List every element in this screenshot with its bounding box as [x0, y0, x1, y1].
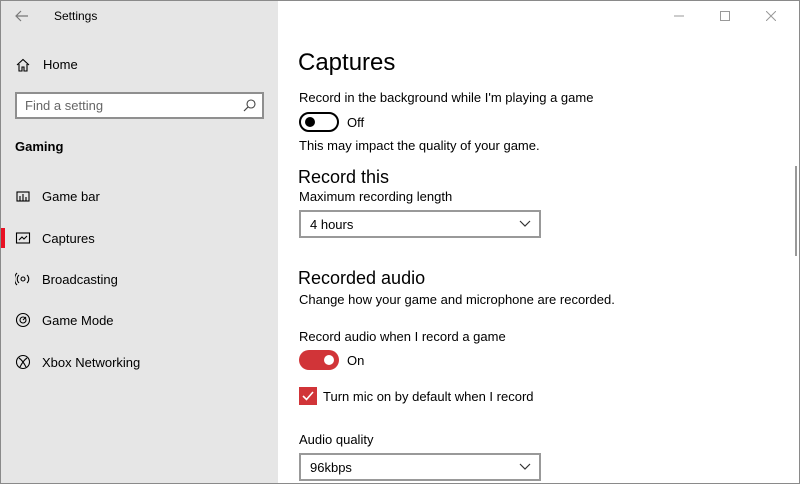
recorded-audio-description: Change how your game and microphone are …	[299, 292, 615, 307]
active-indicator	[1, 228, 5, 248]
game-bar-icon	[16, 191, 30, 202]
back-arrow-icon	[15, 10, 28, 22]
record-audio-label: Record audio when I record a game	[299, 329, 506, 344]
toggle-knob	[305, 117, 315, 127]
record-audio-state: On	[347, 353, 365, 368]
record-this-heading: Record this	[298, 167, 390, 187]
settings-window: Settings Home Gaming Game bar	[0, 0, 800, 484]
max-length-dropdown[interactable]: 4 hours	[299, 210, 541, 238]
checkmark-icon	[302, 391, 314, 401]
max-length-label: Maximum recording length	[299, 189, 453, 204]
sidebar-item-xbox-networking[interactable]: Xbox Networking	[1, 347, 278, 377]
sidebar: Settings Home Gaming Game bar	[1, 1, 278, 483]
record-audio-toggle[interactable]	[299, 350, 339, 370]
page-title: Captures	[298, 49, 396, 76]
section-heading: Gaming	[15, 139, 64, 154]
home-icon	[16, 58, 30, 72]
background-recording-state: Off	[347, 115, 365, 130]
sidebar-item-game-bar[interactable]: Game bar	[1, 181, 278, 211]
content-pane: Captures Record in the background while …	[298, 1, 778, 483]
back-button[interactable]	[11, 7, 33, 25]
search-input[interactable]	[17, 94, 237, 117]
app-title: Settings	[54, 9, 98, 23]
recorded-audio-heading: Recorded audio	[298, 268, 426, 288]
background-recording-note: This may impact the quality of your game…	[299, 138, 540, 153]
game-mode-icon	[15, 312, 31, 328]
mic-checkbox-label[interactable]: Turn mic on by default when I record	[323, 389, 534, 404]
sidebar-item-label: Game Mode	[42, 313, 114, 328]
audio-quality-dropdown[interactable]: 96kbps	[299, 453, 541, 481]
search-box[interactable]	[15, 92, 264, 119]
mic-checkbox[interactable]	[299, 387, 317, 405]
audio-quality-label: Audio quality	[299, 432, 374, 447]
background-recording-label: Record in the background while I'm playi…	[299, 90, 594, 105]
sidebar-item-game-mode[interactable]: Game Mode	[1, 305, 278, 335]
scrollbar[interactable]	[795, 166, 797, 256]
captures-icon	[15, 232, 31, 244]
chevron-down-icon	[519, 220, 531, 227]
background-recording-toggle[interactable]	[299, 112, 339, 132]
sidebar-item-label: Xbox Networking	[42, 355, 141, 370]
xbox-icon	[15, 354, 31, 370]
nav-home[interactable]: Home	[1, 53, 278, 77]
sidebar-item-label: Game bar	[42, 189, 100, 204]
nav-home-label: Home	[43, 57, 78, 72]
audio-quality-value: 96kbps	[310, 460, 352, 475]
sidebar-item-captures[interactable]: Captures	[1, 223, 278, 253]
search-icon[interactable]	[243, 99, 256, 112]
toggle-knob	[324, 355, 334, 365]
sidebar-item-broadcasting[interactable]: Broadcasting	[1, 264, 278, 294]
sidebar-item-label: Broadcasting	[42, 272, 118, 287]
broadcasting-icon	[15, 272, 30, 286]
sidebar-item-label: Captures	[42, 231, 95, 246]
chevron-down-icon	[519, 463, 531, 470]
max-length-value: 4 hours	[310, 217, 354, 232]
